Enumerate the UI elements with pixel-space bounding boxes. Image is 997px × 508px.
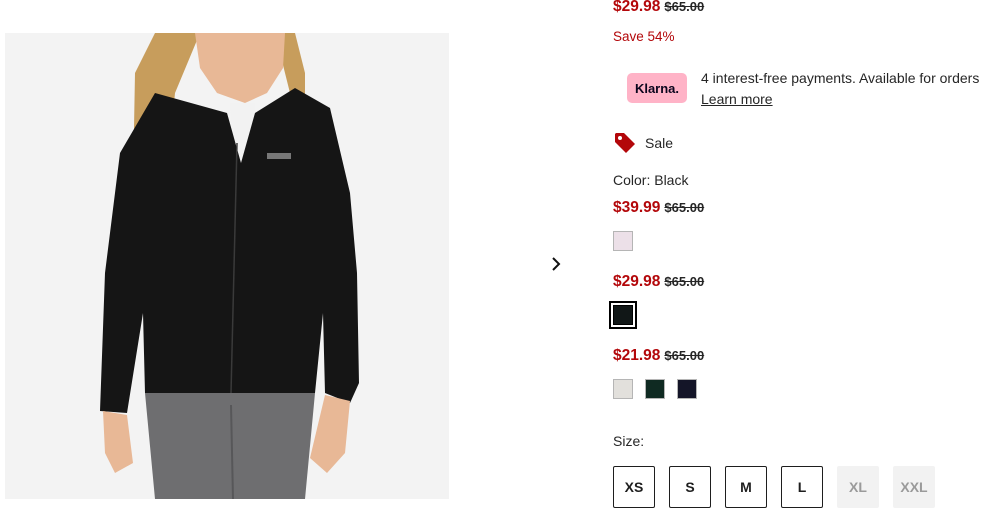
sale-badge-label: Sale [645,135,674,151]
product-image[interactable] [5,33,449,499]
size-label: Size: [613,433,645,449]
klarna-text: 4 interest-free payments. Available for … [701,70,980,86]
color-group-price: $39.99 $65.00 [613,199,704,217]
klarna-learn-more-link[interactable]: Learn more [701,91,773,107]
color-group-price: $21.98 $65.00 [613,347,704,365]
original-price: $65.00 [664,348,705,363]
price-tag-icon [613,131,637,155]
sale-price: $39.99 [613,199,661,216]
size-option-s[interactable]: S [669,466,711,508]
sale-price: $21.98 [613,347,661,364]
savings-text: Save 54% [613,29,675,44]
color-swatch-light-gray[interactable] [613,379,633,399]
size-option-xl[interactable]: XL [837,466,879,508]
next-image-button[interactable] [546,254,566,274]
original-price: $65.00 [664,200,705,215]
sale-price: $29.98 [613,273,661,290]
color-swatch-black[interactable] [609,301,637,329]
original-price: $65.00 [664,274,705,289]
color-swatch-navy[interactable] [677,379,697,399]
size-option-m[interactable]: M [725,466,767,508]
klarna-logo: Klarna. [627,73,687,103]
chevron-right-icon [552,257,561,271]
current-price: $29.98 $65.00 [613,0,704,16]
color-swatch-light-pink[interactable] [613,231,633,251]
size-option-l[interactable]: L [781,466,823,508]
color-swatch-dark-green[interactable] [645,379,665,399]
size-option-xs[interactable]: XS [613,466,655,508]
color-group-price: $29.98 $65.00 [613,273,704,291]
original-price: $65.00 [664,0,705,14]
sale-price: $29.98 [613,0,661,15]
size-option-xxl[interactable]: XXL [893,466,935,508]
color-label: Color: Black [613,172,689,188]
klarna-message: 4 interest-free payments. Available for … [701,68,979,110]
